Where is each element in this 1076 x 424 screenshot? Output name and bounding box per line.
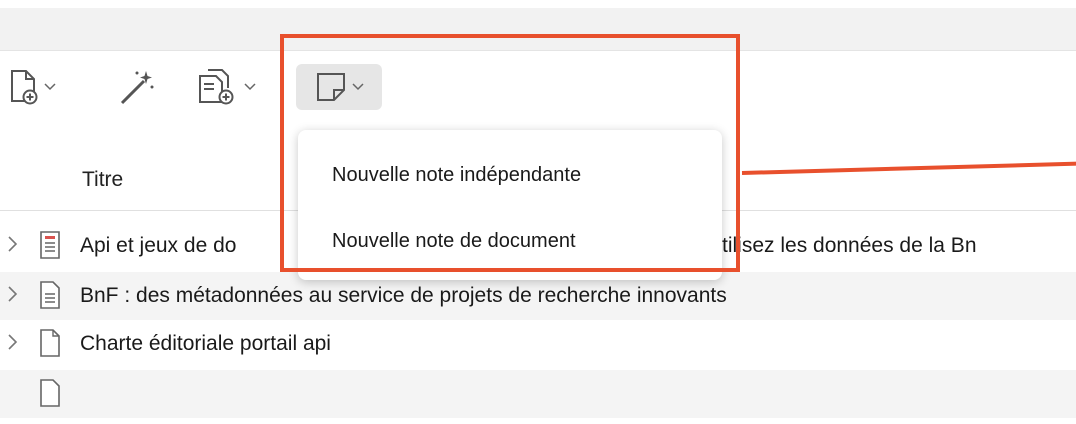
magic-wand-button[interactable]	[116, 64, 156, 110]
row-title-tail: tilisez les données de la Bn	[722, 234, 977, 257]
add-attachment-button[interactable]	[194, 64, 256, 110]
magic-wand-icon	[120, 71, 154, 105]
chevron-right-icon[interactable]	[6, 332, 20, 352]
report-icon	[40, 231, 60, 259]
document-icon	[40, 379, 60, 407]
table-row[interactable]	[0, 370, 1076, 418]
row-title: Charte éditoriale portail api	[80, 332, 331, 355]
new-item-button[interactable]	[8, 64, 56, 110]
blank-document-icon	[40, 329, 60, 357]
table-row[interactable]: Charte éditoriale portail api	[0, 320, 1076, 368]
document-icon	[40, 281, 60, 309]
column-title[interactable]: Titre	[82, 168, 123, 192]
row-title: Api et jeux de do	[80, 234, 237, 257]
chevron-down-icon	[244, 83, 256, 91]
new-item-icon	[11, 70, 38, 105]
chevron-down-icon	[44, 83, 56, 91]
row-title: BnF : des métadonnées au service de proj…	[80, 284, 727, 307]
chevron-right-icon[interactable]	[6, 284, 20, 304]
highlight-box	[280, 34, 740, 272]
chevron-right-icon[interactable]	[6, 234, 20, 254]
add-attachment-icon	[199, 69, 234, 105]
